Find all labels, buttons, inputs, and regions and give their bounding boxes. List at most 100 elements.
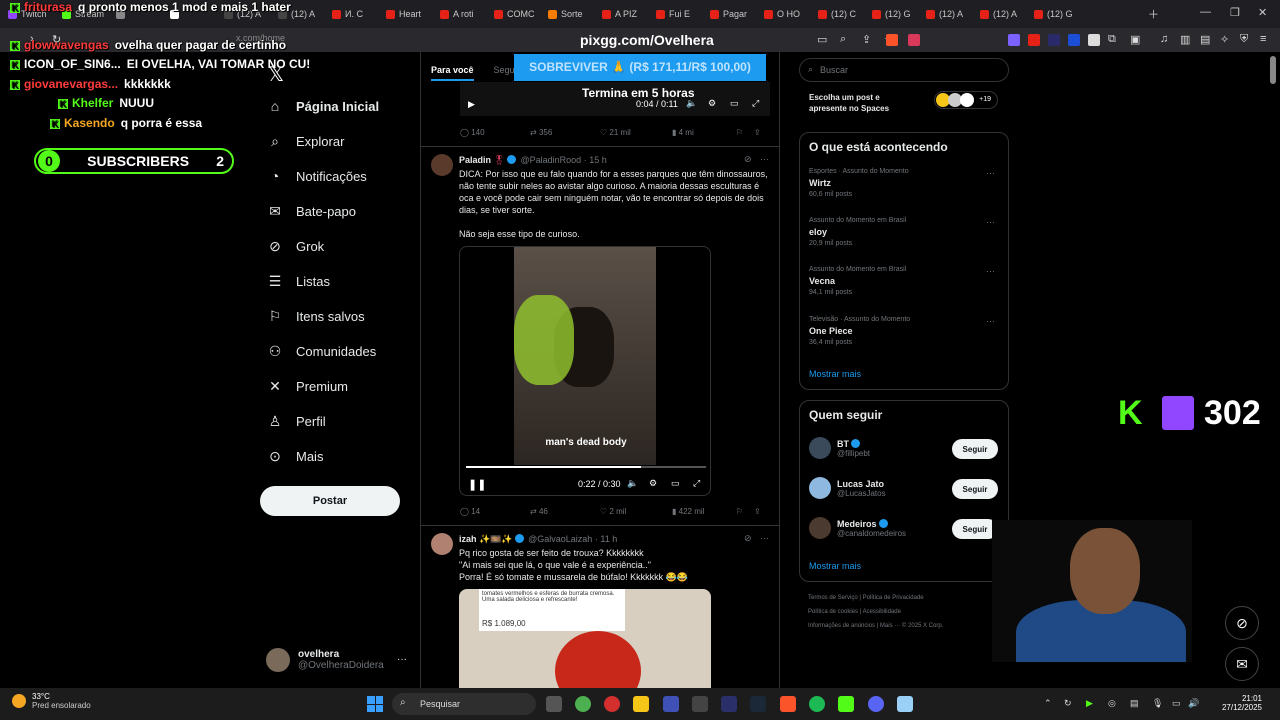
views-button[interactable]: ▮ 422 mil	[672, 507, 736, 516]
extension-icon[interactable]	[1028, 34, 1040, 46]
browser-tab[interactable]: Fui E	[648, 3, 702, 25]
steam-icon[interactable]	[750, 696, 766, 712]
nav-bookmarks[interactable]: ⚐ Itens salvos	[268, 308, 365, 325]
close-window-button[interactable]: ✕	[1258, 6, 1267, 19]
notepad-icon[interactable]	[897, 696, 913, 712]
trend-item[interactable]: Esportes · Assunto do Momento Wirtz 60,6 m…	[809, 168, 909, 198]
music-icon[interactable]: ♫	[1160, 33, 1168, 45]
windows-start-icon[interactable]	[367, 696, 383, 712]
leo-icon[interactable]: ✧	[1220, 33, 1229, 46]
nav-profile[interactable]: ♙ Perfil	[268, 413, 326, 430]
nav-explore[interactable]: ⌕ Explorar	[268, 133, 344, 150]
nav-premium[interactable]: ✕ Premium	[268, 378, 348, 395]
like-button[interactable]: ♡ 21 mil	[600, 128, 672, 137]
share-icon[interactable]: ⇪	[862, 33, 871, 46]
volume-icon[interactable]: 🔊	[1188, 698, 1199, 709]
reply-button[interactable]: ◯ 14	[460, 507, 530, 516]
follow-suggestion[interactable]: Lucas Jato @LucasJatos	[809, 477, 886, 499]
tweet-image[interactable]: tomates vermelhos e esferas de burrata c…	[459, 589, 711, 689]
reply-button[interactable]: ◯ 140	[460, 128, 530, 137]
browser-tab[interactable]: И. С	[324, 3, 378, 25]
messages-float-button[interactable]: ✉	[1225, 647, 1259, 681]
browser-tab[interactable]: (12) G	[1026, 3, 1080, 25]
author-handle[interactable]: @GalvaoLaizah	[528, 534, 592, 544]
taskbar-search[interactable]: Pesquisar	[392, 693, 536, 715]
nav-home[interactable]: ⌂ Página Inicial	[268, 98, 379, 114]
share-icon[interactable]: ⇪	[754, 507, 772, 516]
footer-links[interactable]: Termos de Serviço | Política de Privacid…	[808, 595, 924, 601]
file-explorer-icon[interactable]	[633, 696, 649, 712]
network-icon[interactable]: ▭	[1172, 698, 1181, 709]
author-name[interactable]: Paladin	[459, 155, 491, 165]
fullscreen-icon[interactable]: ⤢	[752, 98, 759, 109]
repost-button[interactable]: ⇄ 46	[530, 507, 600, 516]
app-icon[interactable]	[721, 696, 737, 712]
show-more-trends-link[interactable]: Mostrar mais	[809, 369, 861, 379]
weather-widget[interactable]: 33°C Pred ensolarado	[12, 692, 91, 710]
sidebar-icon[interactable]: ▥	[1180, 33, 1190, 46]
brave-rewards-icon[interactable]	[908, 34, 920, 46]
microphone-icon[interactable]: 🎙	[1152, 698, 1163, 709]
more-icon[interactable]: ···	[986, 316, 995, 326]
video-player[interactable]: man's dead body	[459, 246, 711, 496]
wallet-icon[interactable]: ▤	[1200, 33, 1210, 46]
browser-tab[interactable]: Heart	[378, 3, 432, 25]
discord-icon[interactable]	[868, 696, 884, 712]
nav-more[interactable]: ⊙ Mais	[268, 448, 323, 465]
spotify-icon[interactable]	[809, 696, 825, 712]
menu-icon[interactable]: ≡	[1260, 33, 1266, 45]
minimize-button[interactable]: —	[1200, 6, 1211, 18]
trend-item[interactable]: Assunto do Momento em Brasil eloy 20,9 mil…	[809, 217, 906, 247]
grok-icon[interactable]: ⊘	[744, 154, 752, 165]
video-progress-bar[interactable]	[466, 466, 706, 468]
tab-for-you[interactable]: Para você	[431, 65, 474, 81]
pause-icon[interactable]: ❚❚	[468, 478, 486, 491]
follow-button[interactable]: Seguir	[952, 439, 998, 459]
grok-float-button[interactable]: ⊘	[1225, 606, 1259, 640]
nav-grok[interactable]: ⊘ Grok	[268, 238, 324, 255]
nav-notifications[interactable]: ◔ Notificações	[268, 168, 367, 184]
app-icon[interactable]	[663, 696, 679, 712]
opera-icon[interactable]	[604, 696, 620, 712]
author-handle[interactable]: @PaladinRood	[520, 155, 581, 165]
browser-tab[interactable]: (12) G	[864, 3, 918, 25]
tweet-time[interactable]: 11 h	[600, 534, 617, 544]
more-icon[interactable]: ···	[760, 533, 769, 543]
spaces-prompt[interactable]: Escolha um post e apresente no Spaces	[809, 92, 919, 114]
more-icon[interactable]: ···	[986, 168, 995, 178]
maximize-button[interactable]: ❐	[1230, 6, 1240, 19]
browser-tab[interactable]: (12) C	[810, 3, 864, 25]
extension-icon[interactable]	[1088, 34, 1100, 46]
scrollbar[interactable]	[1270, 56, 1276, 84]
follow-suggestion[interactable]: Medeiros @canaldomedeiros	[809, 517, 906, 539]
nav-communities[interactable]: ⚇ Comunidades	[268, 343, 377, 360]
like-button[interactable]: ♡ 2 mil	[600, 507, 672, 516]
trend-item[interactable]: Assunto do Momento em Brasil Vecna 94,1 mi…	[809, 266, 906, 296]
browser-tab[interactable]: (12) A	[918, 3, 972, 25]
views-button[interactable]: ▮ 4 mi	[672, 128, 736, 137]
browser-tab[interactable]: COMC	[486, 3, 540, 25]
volume-icon[interactable]: 🔈	[686, 98, 697, 109]
tray-icon[interactable]: ▤	[1130, 698, 1139, 709]
grok-icon[interactable]: ⊘	[744, 533, 752, 544]
vpn-icon[interactable]: ⛨	[1240, 33, 1248, 46]
pip-icon[interactable]: ▭	[730, 98, 739, 109]
extension-icon[interactable]	[1048, 34, 1060, 46]
settings-icon[interactable]: ⚙	[649, 478, 657, 489]
puzzle-icon[interactable]: ⧉	[1108, 33, 1116, 46]
volume-icon[interactable]: 🔈	[627, 478, 638, 489]
follow-button[interactable]: Seguir	[952, 479, 998, 499]
tray-icon[interactable]: ↻	[1064, 698, 1072, 709]
browser-tab[interactable]: (12) A	[972, 3, 1026, 25]
extension-icon[interactable]	[1068, 34, 1080, 46]
brave-shield-icon[interactable]	[886, 34, 898, 46]
chevron-up-icon[interactable]: ⌃	[1044, 698, 1052, 709]
follow-suggestion[interactable]: BT @fillipebt	[809, 437, 870, 459]
search-input[interactable]: Buscar	[799, 58, 1009, 82]
browser-tab[interactable]: A roti	[432, 3, 486, 25]
more-icon[interactable]: ···	[986, 217, 995, 227]
footer-links[interactable]: Política de cookies | Acessibilidade	[808, 609, 901, 615]
new-tab-button[interactable]: ＋	[1148, 6, 1159, 22]
more-icon[interactable]: ···	[986, 266, 995, 276]
browser-tab[interactable]: Pagar	[702, 3, 756, 25]
